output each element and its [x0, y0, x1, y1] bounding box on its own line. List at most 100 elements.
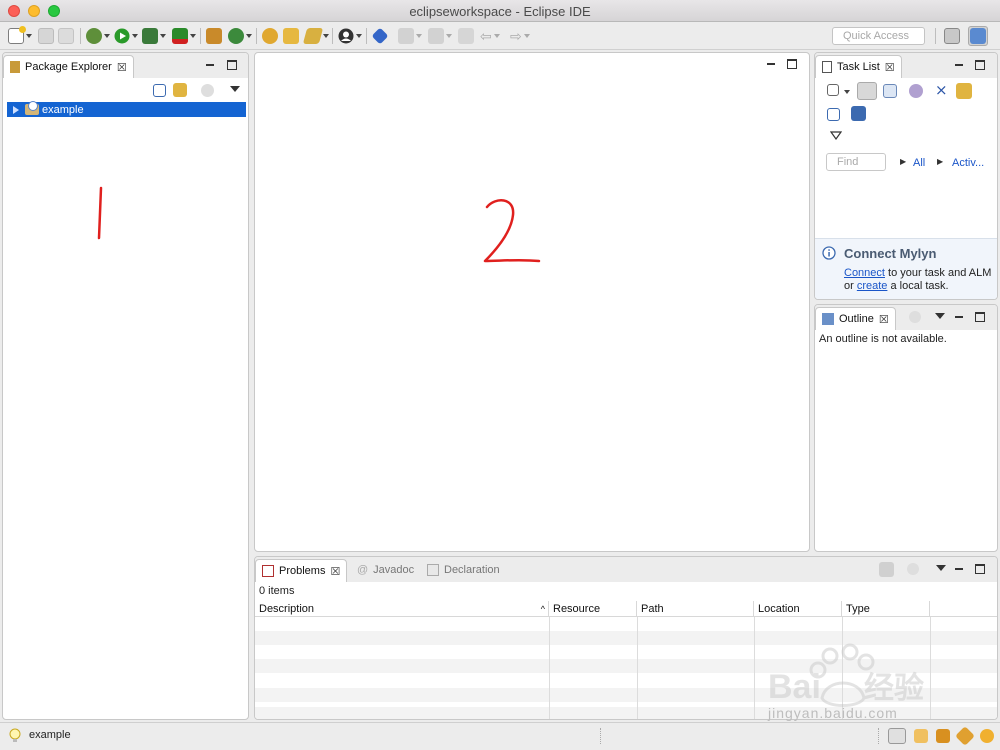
- updates-icon[interactable]: [980, 729, 994, 743]
- user-icon: [338, 28, 354, 44]
- open-type-button[interactable]: [262, 27, 278, 45]
- new-task-dropdown-icon: [844, 90, 850, 94]
- open-perspective-button[interactable]: [942, 26, 962, 46]
- focus-task-icon[interactable]: [909, 311, 921, 323]
- save-icon: [38, 28, 54, 44]
- coverage-icon: [142, 28, 158, 44]
- view-menu-icon[interactable]: [230, 86, 240, 92]
- editor-maximize-button[interactable]: [787, 59, 797, 69]
- column-resource-label: Resource: [553, 603, 601, 615]
- tree-item-example[interactable]: example: [7, 101, 246, 117]
- close-icon[interactable]: ☒: [879, 313, 889, 326]
- profile-button[interactable]: [338, 27, 362, 45]
- task-repository-icon[interactable]: [888, 728, 906, 744]
- scheduled-icon[interactable]: [883, 84, 897, 98]
- column-header-type[interactable]: Type: [842, 601, 930, 616]
- run-button[interactable]: [114, 27, 138, 45]
- tab-problems-label: Problems: [279, 565, 326, 577]
- next-annotation-button[interactable]: [398, 27, 422, 45]
- save-all-button[interactable]: [58, 27, 74, 45]
- debug-button[interactable]: [86, 27, 110, 45]
- link-with-editor-icon[interactable]: [173, 83, 187, 97]
- lightbulb-icon: [9, 728, 21, 742]
- column-type-label: Type: [846, 603, 870, 615]
- forward-button[interactable]: ⇨: [510, 27, 530, 45]
- save-button[interactable]: [38, 27, 54, 45]
- expand-arrow-icon[interactable]: [13, 105, 19, 114]
- declaration-icon: [427, 564, 439, 576]
- filter-active-link[interactable]: Activ...: [952, 157, 984, 169]
- tab-problems[interactable]: Problems ☒: [255, 559, 348, 582]
- minimize-button[interactable]: [953, 311, 965, 323]
- create-link[interactable]: create: [857, 280, 888, 292]
- task-find-input[interactable]: Find: [826, 153, 886, 171]
- collapse-all-icon[interactable]: [153, 84, 166, 97]
- new-wizard-button[interactable]: [8, 26, 32, 45]
- hide-completed-icon[interactable]: ⨯: [935, 81, 948, 99]
- external-tools-button[interactable]: [172, 27, 196, 45]
- annotation-up-icon: [428, 28, 444, 44]
- connect-mylyn-line2: or create a local task.: [844, 280, 949, 292]
- maximize-button[interactable]: [975, 312, 985, 322]
- focus-task-icon[interactable]: [907, 563, 919, 575]
- tab-outline[interactable]: Outline ☒: [815, 307, 896, 330]
- expand-all-icon[interactable]: [851, 106, 866, 121]
- focus-workweek-icon[interactable]: [909, 84, 923, 98]
- column-header-resource[interactable]: Resource: [549, 601, 637, 616]
- magic-wand-icon[interactable]: [955, 726, 975, 746]
- svg-text:Bai: Bai: [768, 668, 821, 706]
- tab-task-list[interactable]: Task List ☒: [815, 55, 902, 78]
- minimize-button[interactable]: [953, 59, 965, 71]
- watermark-url: jingyan.baidu.com: [768, 705, 898, 721]
- new-package-button[interactable]: [206, 27, 222, 45]
- view-menu-icon[interactable]: [935, 313, 945, 319]
- filter-arrow-icon: ▶: [937, 157, 944, 166]
- categorized-icon[interactable]: [857, 82, 877, 100]
- annotation-1: [97, 186, 103, 240]
- synchronize-icon[interactable]: [956, 83, 972, 99]
- tab-package-explorer[interactable]: Package Explorer ☒: [3, 55, 134, 78]
- maximize-button[interactable]: [975, 60, 985, 70]
- open-folder-button[interactable]: [283, 27, 299, 45]
- annotation-down-icon: [398, 28, 414, 44]
- java-perspective-button[interactable]: [968, 26, 988, 46]
- prev-annotation-button[interactable]: [428, 27, 452, 45]
- tab-javadoc[interactable]: @ Javadoc: [357, 564, 414, 576]
- graduation-cap-icon[interactable]: [936, 729, 950, 743]
- close-icon[interactable]: ☒: [885, 61, 895, 74]
- task-list-view: Task List ☒ ⨯ Find ▶ All ▶ Activ... Conn…: [814, 52, 998, 300]
- close-icon[interactable]: ☒: [117, 61, 127, 74]
- pin-button[interactable]: [371, 27, 389, 45]
- connect-link[interactable]: Connect: [844, 267, 885, 279]
- new-class-button[interactable]: [228, 27, 252, 45]
- column-header-description[interactable]: Description ^: [255, 601, 549, 616]
- status-divider: [600, 728, 602, 744]
- back-button[interactable]: ⇦: [480, 27, 500, 45]
- collapse-all-icon[interactable]: [827, 108, 840, 121]
- editor-minimize-button[interactable]: [765, 58, 777, 70]
- package-explorer-icon: [10, 61, 20, 73]
- view-menu-icon[interactable]: [936, 565, 946, 571]
- column-header-location[interactable]: Location: [754, 601, 842, 616]
- maximize-button[interactable]: [227, 60, 237, 70]
- sort-ascending-icon: ^: [540, 604, 545, 614]
- filter-icon[interactable]: [879, 562, 894, 577]
- quick-access-input[interactable]: Quick Access: [832, 27, 925, 45]
- tab-task-list-label: Task List: [837, 61, 880, 73]
- new-task-icon[interactable]: [827, 84, 839, 96]
- close-icon[interactable]: ☒: [330, 565, 340, 578]
- search-button[interactable]: [302, 27, 329, 45]
- tab-declaration[interactable]: Declaration: [427, 564, 500, 576]
- annotation-2: [483, 199, 541, 263]
- view-menu-icon[interactable]: [830, 131, 842, 140]
- editor-area[interactable]: [254, 52, 810, 552]
- last-edit-button[interactable]: [458, 27, 474, 45]
- maximize-button[interactable]: [975, 564, 985, 574]
- book-icon[interactable]: [914, 729, 928, 743]
- focus-task-icon[interactable]: [201, 84, 214, 97]
- column-header-path[interactable]: Path: [637, 601, 754, 616]
- minimize-button[interactable]: [953, 563, 965, 575]
- coverage-button[interactable]: [142, 27, 166, 45]
- minimize-button[interactable]: [204, 59, 216, 71]
- filter-all-link[interactable]: All: [913, 157, 925, 169]
